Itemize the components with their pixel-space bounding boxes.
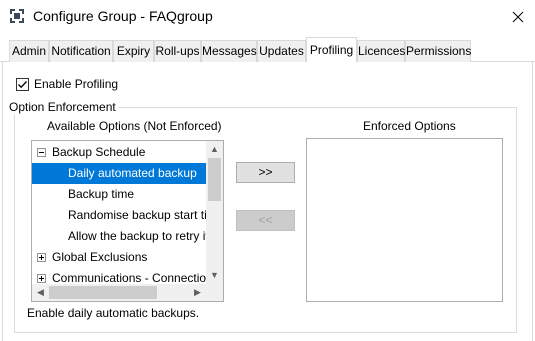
- tree-node-backup-time[interactable]: Backup time: [32, 184, 206, 205]
- expand-icon[interactable]: [37, 253, 46, 262]
- tab-profiling[interactable]: Profiling: [306, 37, 357, 63]
- tree-node-allow-backup-retry[interactable]: Allow the backup to retry if it fails: [32, 226, 206, 247]
- window-title: Configure Group - FAQgroup: [33, 8, 213, 24]
- tree-node-label: Allow the backup to retry if it fails: [68, 229, 206, 243]
- tree-node-label: Randomise backup start time: [68, 208, 206, 222]
- scroll-up-icon[interactable]: ▲: [206, 141, 223, 158]
- scroll-down-icon[interactable]: ▼: [206, 267, 223, 284]
- expand-icon[interactable]: [37, 274, 46, 283]
- tab-licences[interactable]: Licences: [357, 40, 405, 62]
- vertical-scrollbar[interactable]: ▲ ▼: [206, 141, 223, 284]
- tab-strip: Admin Notification Expiry Roll-ups Messa…: [0, 36, 535, 63]
- tree-node-backup-schedule[interactable]: Backup Schedule: [32, 142, 206, 163]
- checkmark-icon: [18, 80, 27, 88]
- tree-node-randomise-backup-start[interactable]: Randomise backup start time: [32, 205, 206, 226]
- enable-profiling-row[interactable]: Enable Profiling: [16, 77, 118, 91]
- scroll-left-icon[interactable]: ◀: [32, 284, 49, 301]
- available-options-header: Available Options (Not Enforced): [47, 119, 222, 133]
- tab-roll-ups[interactable]: Roll-ups: [154, 40, 201, 62]
- tree-node-global-exclusions[interactable]: Global Exclusions: [32, 247, 206, 268]
- enable-profiling-checkbox[interactable]: [16, 77, 29, 91]
- horizontal-scrollbar[interactable]: ◀ ▶: [32, 284, 206, 301]
- tree-node-label: Global Exclusions: [52, 250, 148, 264]
- tab-permissions[interactable]: Permissions: [405, 40, 471, 62]
- tab-admin[interactable]: Admin: [9, 40, 49, 62]
- remove-from-enforced-button[interactable]: <<: [236, 210, 295, 231]
- scroll-right-icon[interactable]: ▶: [189, 284, 206, 301]
- tree-node-daily-automated-backup[interactable]: Daily automated backup: [32, 163, 206, 184]
- close-icon[interactable]: [501, 0, 535, 33]
- tab-expiry[interactable]: Expiry: [113, 40, 154, 62]
- scrollbar-corner: [206, 284, 223, 301]
- group-gear-icon: [9, 8, 25, 24]
- enforced-options-header: Enforced Options: [363, 119, 456, 133]
- tab-messages[interactable]: Messages: [201, 40, 257, 62]
- enable-profiling-label: Enable Profiling: [34, 77, 119, 91]
- enforced-options-list[interactable]: [306, 138, 503, 302]
- tab-notification[interactable]: Notification: [49, 40, 113, 62]
- option-enforcement-title: Option Enforcement: [7, 100, 118, 114]
- add-to-enforced-button[interactable]: >>: [236, 162, 295, 183]
- tree-node-label: Backup time: [68, 187, 135, 201]
- tree-node-label: Backup Schedule: [52, 145, 146, 159]
- title-bar: Configure Group - FAQgroup: [0, 0, 535, 33]
- tab-updates[interactable]: Updates: [257, 40, 306, 62]
- collapse-icon[interactable]: [37, 148, 46, 157]
- tree-node-label: Daily automated backup: [68, 166, 197, 180]
- option-description: Enable daily automatic backups.: [27, 306, 200, 320]
- horizontal-scroll-thumb[interactable]: [49, 286, 157, 299]
- available-options-tree[interactable]: Backup Schedule Daily automated backup B…: [31, 140, 224, 302]
- vertical-scroll-thumb[interactable]: [208, 158, 221, 201]
